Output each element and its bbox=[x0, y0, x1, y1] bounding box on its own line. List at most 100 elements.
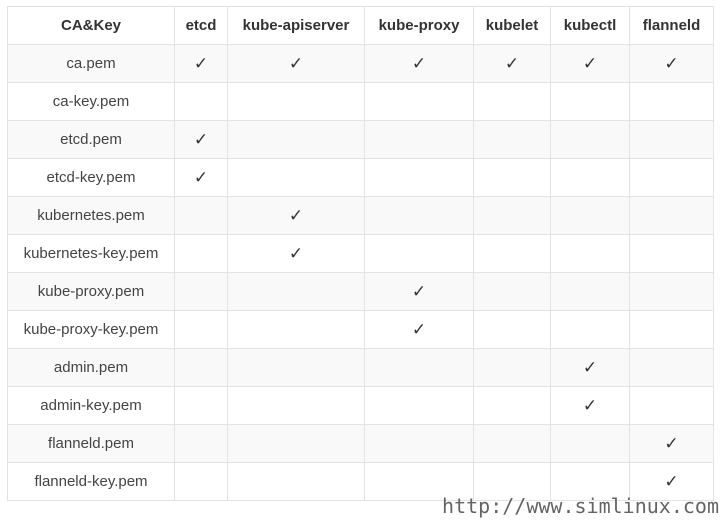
table-cell bbox=[473, 120, 551, 159]
table-cell bbox=[550, 120, 630, 159]
table-cell bbox=[473, 196, 551, 235]
check-icon: ✓ bbox=[664, 53, 679, 74]
table-cell bbox=[174, 82, 228, 121]
row-label: kubernetes.pem bbox=[7, 196, 175, 235]
row-label: kube-proxy.pem bbox=[7, 272, 175, 311]
check-icon: ✓ bbox=[411, 53, 427, 74]
table-row: ca-key.pem bbox=[7, 82, 714, 121]
check-icon: ✓ bbox=[193, 129, 209, 150]
table-cell bbox=[364, 196, 474, 235]
table-cell: ✓ bbox=[629, 424, 714, 463]
table-cell bbox=[550, 272, 630, 311]
table-row: flanneld.pem ✓ bbox=[7, 424, 714, 463]
check-icon: ✓ bbox=[664, 471, 679, 492]
row-label: etcd.pem bbox=[7, 120, 175, 159]
column-header-kube-apiserver: kube-apiserver bbox=[227, 6, 365, 45]
table-cell bbox=[364, 348, 474, 387]
row-label: admin-key.pem bbox=[7, 386, 175, 425]
column-header-flanneld: flanneld bbox=[629, 6, 714, 45]
table-cell bbox=[227, 310, 365, 349]
table-cell: ✓ bbox=[550, 44, 630, 83]
table-cell bbox=[174, 462, 228, 501]
check-icon: ✓ bbox=[193, 53, 209, 74]
table-cell bbox=[473, 272, 551, 311]
table-cell bbox=[629, 234, 714, 273]
table-cell bbox=[364, 82, 474, 121]
table-cell bbox=[550, 158, 630, 197]
table-cell bbox=[473, 82, 551, 121]
row-label: admin.pem bbox=[7, 348, 175, 387]
table-cell bbox=[629, 310, 714, 349]
table-cell bbox=[227, 348, 365, 387]
check-icon: ✓ bbox=[582, 53, 598, 74]
table-cell bbox=[473, 424, 551, 463]
table-cell bbox=[473, 158, 551, 197]
table-cell: ✓ bbox=[473, 44, 551, 83]
table-row: kube-proxy-key.pem ✓ bbox=[7, 310, 714, 349]
table-cell bbox=[174, 348, 228, 387]
row-label: kube-proxy-key.pem bbox=[7, 310, 175, 349]
check-icon: ✓ bbox=[193, 167, 209, 188]
table-cell: ✓ bbox=[227, 196, 365, 235]
table-cell bbox=[364, 158, 474, 197]
table-cell bbox=[174, 424, 228, 463]
check-icon: ✓ bbox=[288, 53, 304, 74]
table-cell bbox=[364, 234, 474, 273]
table-cell bbox=[174, 272, 228, 311]
table-cell bbox=[227, 158, 365, 197]
table-cell bbox=[629, 82, 714, 121]
table-cell bbox=[550, 424, 630, 463]
table-header-row: CA&Key etcd kube-apiserver kube-proxy kubel… bbox=[7, 6, 714, 45]
table-cell bbox=[550, 196, 630, 235]
table-cell bbox=[550, 82, 630, 121]
table-cell bbox=[629, 348, 714, 387]
table-cell bbox=[550, 234, 630, 273]
table-cell: ✓ bbox=[174, 44, 228, 83]
table-cell bbox=[473, 348, 551, 387]
check-icon: ✓ bbox=[411, 281, 427, 302]
table-cell bbox=[473, 386, 551, 425]
table-cell: ✓ bbox=[364, 44, 474, 83]
certificate-usage-table: CA&Key etcd kube-apiserver kube-proxy kubel… bbox=[7, 6, 714, 501]
check-icon: ✓ bbox=[582, 395, 598, 416]
check-icon: ✓ bbox=[288, 205, 304, 226]
table-cell: ✓ bbox=[364, 272, 474, 311]
row-label: ca.pem bbox=[7, 44, 175, 83]
table-cell bbox=[629, 158, 714, 197]
table-row: kube-proxy.pem ✓ bbox=[7, 272, 714, 311]
table-cell bbox=[550, 310, 630, 349]
column-header-kubelet: kubelet bbox=[473, 6, 551, 45]
table-cell: ✓ bbox=[174, 158, 228, 197]
table-cell: ✓ bbox=[550, 386, 630, 425]
table-cell: ✓ bbox=[629, 44, 714, 83]
table-cell bbox=[629, 120, 714, 159]
corner-header: CA&Key bbox=[7, 6, 175, 45]
table-cell bbox=[174, 310, 228, 349]
row-label: etcd-key.pem bbox=[7, 158, 175, 197]
table-cell bbox=[174, 234, 228, 273]
table-cell bbox=[227, 462, 365, 501]
table-cell bbox=[227, 120, 365, 159]
table-cell bbox=[629, 386, 714, 425]
column-header-kube-proxy: kube-proxy bbox=[364, 6, 474, 45]
check-icon: ✓ bbox=[288, 243, 304, 264]
check-icon: ✓ bbox=[664, 433, 679, 454]
check-icon: ✓ bbox=[582, 357, 598, 378]
table-cell bbox=[629, 272, 714, 311]
table-cell bbox=[629, 196, 714, 235]
table-body: ca.pem ✓ ✓ ✓ ✓ ✓ ✓ ca-key.pem etcd.pem ✓ etcd-key.… bbox=[7, 44, 714, 501]
table-cell bbox=[227, 386, 365, 425]
column-header-kubectl: kubectl bbox=[550, 6, 630, 45]
table-cell: ✓ bbox=[227, 234, 365, 273]
check-icon: ✓ bbox=[411, 319, 427, 340]
row-label: flanneld.pem bbox=[7, 424, 175, 463]
table-row: admin.pem ✓ bbox=[7, 348, 714, 387]
row-label: flanneld-key.pem bbox=[7, 462, 175, 501]
table-cell bbox=[364, 386, 474, 425]
table-cell bbox=[364, 120, 474, 159]
table-cell bbox=[227, 82, 365, 121]
table-row: etcd-key.pem ✓ bbox=[7, 158, 714, 197]
table-cell bbox=[174, 196, 228, 235]
table-cell: ✓ bbox=[174, 120, 228, 159]
table-cell: ✓ bbox=[550, 348, 630, 387]
